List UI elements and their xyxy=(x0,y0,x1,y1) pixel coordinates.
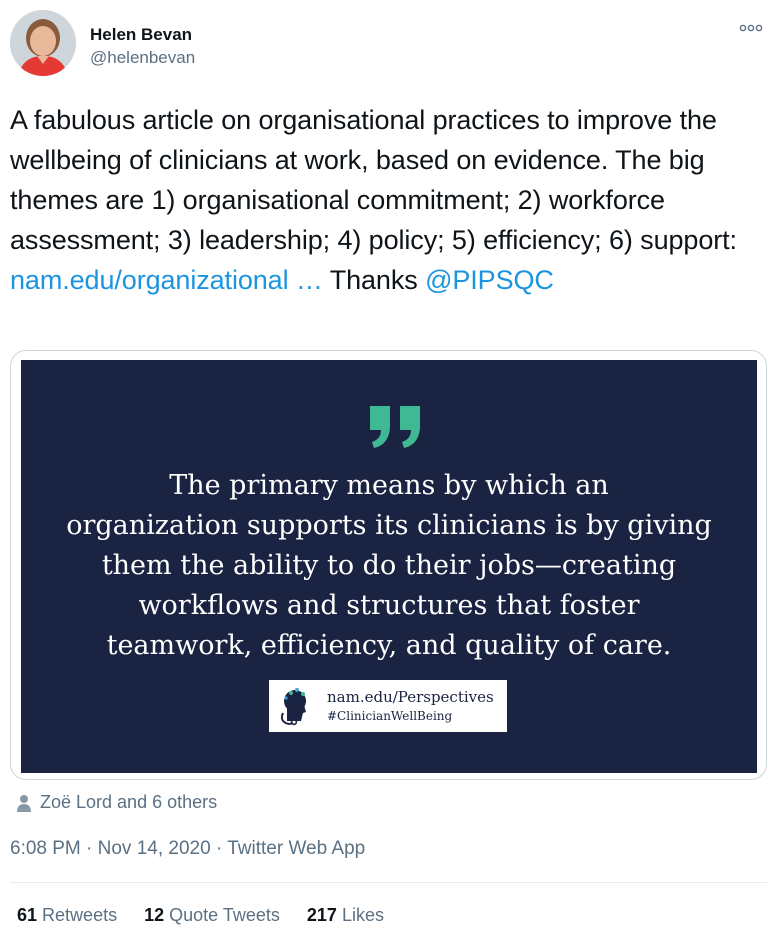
quote-image[interactable]: The primary means by which an organizati… xyxy=(21,360,757,773)
logo-hashtag: #ClinicianWellBeing xyxy=(327,709,453,723)
logo-url: nam.edu/Perspectives xyxy=(327,688,494,706)
likes-label: Likes xyxy=(341,905,384,925)
tweet-text-body: A fabulous article on organisational pra… xyxy=(10,105,737,255)
author-name[interactable]: Helen Bevan xyxy=(90,24,195,46)
article-link[interactable]: nam.edu/organizational … xyxy=(10,265,323,295)
timestamp[interactable]: 6:08 PM · Nov 14, 2020 · Twitter Web App xyxy=(10,838,365,860)
quote-line: workflows and structures that foster xyxy=(138,590,640,621)
quote-mark-icon xyxy=(370,406,420,448)
more-horizontal-icon xyxy=(739,24,763,32)
retweets-stat[interactable]: 61 Retweets xyxy=(17,905,117,926)
user-icon xyxy=(17,794,31,812)
quote-text: The primary means by which an organizati… xyxy=(41,466,737,666)
quote-line: teamwork, efficiency, and quality of car… xyxy=(106,630,672,661)
quote-tweets-count: 12 xyxy=(144,905,165,925)
tweet-text-thanks: Thanks xyxy=(322,265,426,295)
mention-link[interactable]: @PIPSQC xyxy=(425,265,554,295)
quote-tweets-stat[interactable]: 12 Quote Tweets xyxy=(144,905,280,926)
likes-stat[interactable]: 217 Likes xyxy=(307,905,384,926)
liked-by-row[interactable]: Zoë Lord and 6 others xyxy=(16,792,217,813)
retweets-label: Retweets xyxy=(42,905,118,925)
quote-line: organization supports its clinicians is … xyxy=(66,510,712,541)
tweet-text: A fabulous article on organisational pra… xyxy=(10,100,770,300)
author-handle[interactable]: @helenbevan xyxy=(90,46,195,70)
likes-count: 217 xyxy=(306,905,337,925)
quote-line: them the ability to do their jobs—creati… xyxy=(101,550,677,581)
divider xyxy=(10,882,767,883)
logo-text: nam.edu/Perspectives #ClinicianWellBeing xyxy=(327,687,494,725)
avatar[interactable] xyxy=(10,10,76,76)
tweet-header: Helen Bevan @helenbevan xyxy=(10,10,767,80)
quote-line: The primary means by which an xyxy=(169,470,609,501)
quote-tweets-label: Quote Tweets xyxy=(169,905,280,925)
engagement-stats: 61 Retweets 12 Quote Tweets 217 Likes xyxy=(17,905,384,926)
nam-logo-badge: nam.edu/Perspectives #ClinicianWellBeing xyxy=(269,680,507,732)
tweet: Helen Bevan @helenbevan A fabulous artic… xyxy=(0,0,777,929)
liked-by-text[interactable]: Zoë Lord and 6 others xyxy=(40,792,217,813)
media-card[interactable]: The primary means by which an organizati… xyxy=(10,350,767,780)
head-stethoscope-icon xyxy=(281,688,306,726)
author-block[interactable]: Helen Bevan @helenbevan xyxy=(90,24,195,70)
retweets-count: 61 xyxy=(17,905,38,925)
more-options-button[interactable] xyxy=(737,18,765,38)
